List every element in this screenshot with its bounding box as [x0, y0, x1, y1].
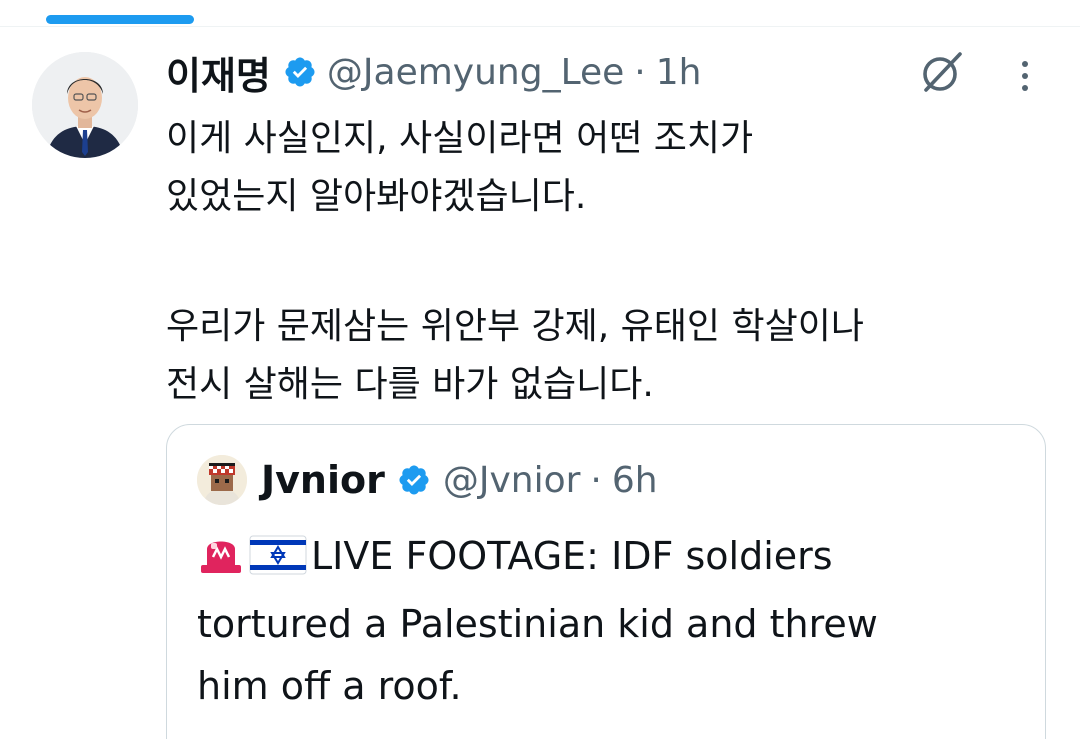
- header-divider: [0, 26, 1080, 27]
- israel-flag-icon: [249, 531, 307, 593]
- tweet-text-line: 있었는지 알아봐야겠습니다.: [166, 176, 587, 217]
- quoted-author-name[interactable]: Jvnior: [261, 458, 385, 502]
- author-name[interactable]: 이재명: [166, 45, 271, 100]
- author-avatar[interactable]: [32, 52, 138, 158]
- tweet-screen: 이재명 @Jaemyung_Lee · 1h 이게 사실인지, 사실이라면 어떤…: [0, 0, 1080, 739]
- tweet-text: 이게 사실인지, 사실이라면 어떤 조치가 있었는지 알아봐야겠습니다. 우리가…: [166, 110, 1056, 414]
- quoted-author-avatar-image: [197, 455, 247, 505]
- quoted-text-line: tortured a Palestinian kid and threw: [197, 602, 878, 646]
- quoted-author-avatar[interactable]: [197, 455, 247, 505]
- rotating-light-icon: [197, 531, 245, 593]
- grok-icon[interactable]: [918, 48, 966, 96]
- quoted-tweet-header: Jvnior @Jvnior · 6h: [261, 451, 658, 509]
- quoted-text-line-1: LIVE FOOTAGE: IDF soldiers: [311, 534, 833, 578]
- verified-badge-icon: [283, 55, 317, 89]
- tweet-header: 이재명 @Jaemyung_Lee · 1h: [166, 42, 701, 102]
- quoted-text-line: LIVE FOOTAGE: IDF soldiers: [197, 525, 1027, 593]
- quoted-tweet-text: LIVE FOOTAGE: IDF soldiers tortured a Pa…: [197, 525, 1027, 717]
- quoted-tweet-card[interactable]: Jvnior @Jvnior · 6h LIVE FOOTAGE: IDF so…: [166, 424, 1046, 739]
- tweet-text-line: 이게 사실인지, 사실이라면 어떤 조치가: [166, 118, 754, 159]
- quoted-author-handle[interactable]: @Jvnior: [443, 460, 581, 501]
- verified-badge-icon: [397, 463, 431, 497]
- active-tab-indicator: [46, 15, 194, 24]
- author-avatar-image: [32, 52, 138, 158]
- separator-dot: ·: [634, 51, 646, 93]
- quoted-text-line: him off a roof.: [197, 664, 462, 708]
- more-vertical-icon[interactable]: [1012, 56, 1038, 96]
- tweet-text-line: 전시 살해는 다를 바가 없습니다.: [166, 364, 654, 405]
- tweet-time[interactable]: 1h: [656, 52, 702, 93]
- quoted-tweet-time[interactable]: 6h: [612, 460, 658, 501]
- separator-dot: ·: [590, 459, 602, 501]
- author-handle[interactable]: @Jaemyung_Lee: [327, 52, 624, 93]
- tweet-text-line: 우리가 문제삼는 위안부 강제, 유태인 학살이나: [166, 306, 864, 347]
